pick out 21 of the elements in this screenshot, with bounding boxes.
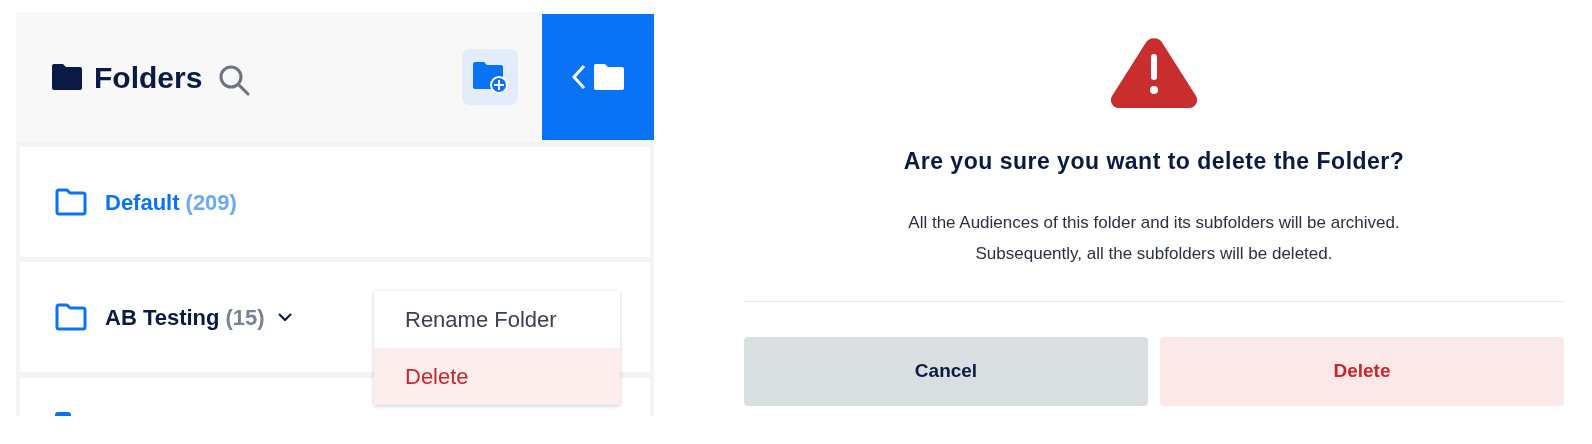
menu-item[interactable]: Delete (374, 348, 620, 405)
dialog-message: All the Audiences of this folder and its subfolders will be archived. (908, 211, 1400, 234)
search-icon[interactable] (218, 64, 251, 96)
folder-icon (594, 64, 624, 90)
folder-item[interactable]: Default (209) (105, 185, 237, 219)
chevron-down-icon[interactable] (276, 312, 293, 322)
folder-item[interactable]: AB Testing (15) (105, 300, 293, 334)
new-folder-button[interactable] (462, 49, 518, 105)
panel-title: Folders (94, 59, 203, 96)
menu-item[interactable]: Rename Folder (374, 291, 620, 348)
warning-icon (1109, 38, 1199, 108)
collapse-panel-button[interactable] (542, 14, 654, 140)
folder-icon (55, 303, 87, 331)
cancel-button[interactable]: Cancel (744, 336, 1148, 406)
dialog-message: Subsequently, all the subfolders will be deleted. (975, 242, 1333, 265)
folder-icon (52, 64, 82, 90)
chevron-left-icon (572, 64, 586, 90)
folder-icon (55, 188, 87, 216)
delete-button[interactable]: Delete (1160, 336, 1564, 406)
folder-plus-icon (472, 61, 508, 93)
dialog-title: Are you sure you want to delete the Folder? (903, 147, 1405, 176)
